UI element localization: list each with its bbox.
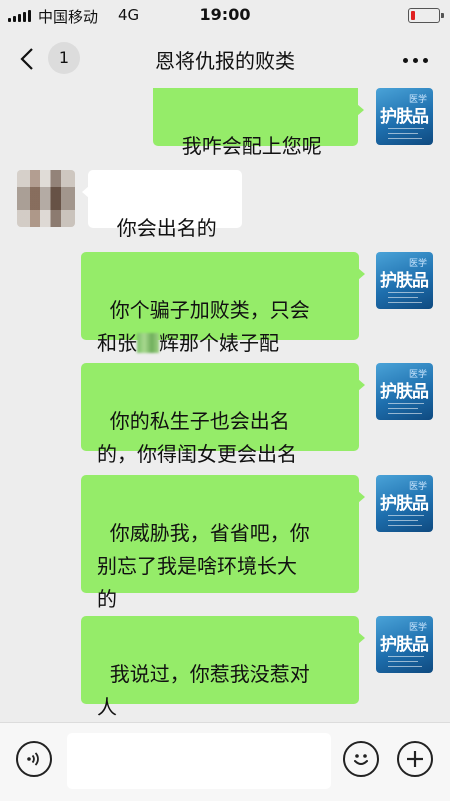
- status-time: 19:00: [199, 5, 251, 24]
- message-bubble[interactable]: 你个骗子加败类，只会 和张 辉那个婊子配: [81, 252, 365, 355]
- message-text: 我咋会配上您呢: [181, 134, 322, 158]
- message-text: 辉那个婊子配: [159, 331, 279, 355]
- chat-title: 恩将仇报的败类: [155, 49, 295, 73]
- message-input[interactable]: [67, 733, 331, 789]
- message-text: 我说过，你惹我没惹对 人: [97, 662, 310, 719]
- message-text: 你威胁我，省省吧，你 别忘了我是啥环境长大 的: [97, 521, 310, 611]
- emoji-button[interactable]: [343, 741, 379, 777]
- redacted-text: [137, 333, 159, 353]
- input-bar: [0, 722, 450, 801]
- my-avatar[interactable]: 医学 护肤品: [376, 363, 433, 420]
- message-bubble[interactable]: 你的私生子也会出名 的，你得闺女更会出名: [81, 363, 365, 466]
- message-bubble[interactable]: 我说过，你惹我没惹对 人: [81, 616, 365, 719]
- message-text: 你会出名的: [116, 216, 217, 240]
- message-bubble[interactable]: 你会出名的: [82, 170, 242, 240]
- chat-header: 1 恩将仇报的败类: [0, 30, 450, 88]
- plus-icon: [407, 751, 423, 767]
- avatar-text-main: 护肤品: [380, 107, 429, 127]
- more-icon: [403, 58, 408, 63]
- my-avatar[interactable]: 医学 护肤品: [376, 475, 433, 532]
- message-bubble[interactable]: 我咋会配上您呢: [153, 88, 364, 158]
- plus-button[interactable]: [397, 741, 433, 777]
- more-button[interactable]: [400, 48, 432, 72]
- status-bar: 中国移动 4G 19:00: [0, 0, 450, 30]
- my-avatar[interactable]: 医学 护肤品: [376, 252, 433, 309]
- my-avatar[interactable]: 医学 护肤品: [376, 88, 433, 145]
- battery-icon: [408, 8, 444, 23]
- message-bubble[interactable]: 你威胁我，省省吧，你 别忘了我是啥环境长大 的: [81, 475, 365, 611]
- message-text: 你的私生子也会出名 的，你得闺女更会出名: [97, 409, 297, 466]
- voice-button[interactable]: [16, 741, 52, 777]
- my-avatar[interactable]: 医学 护肤品: [376, 616, 433, 673]
- voice-icon: [27, 752, 39, 766]
- emoji-icon: [354, 754, 368, 765]
- contact-avatar[interactable]: [17, 170, 75, 227]
